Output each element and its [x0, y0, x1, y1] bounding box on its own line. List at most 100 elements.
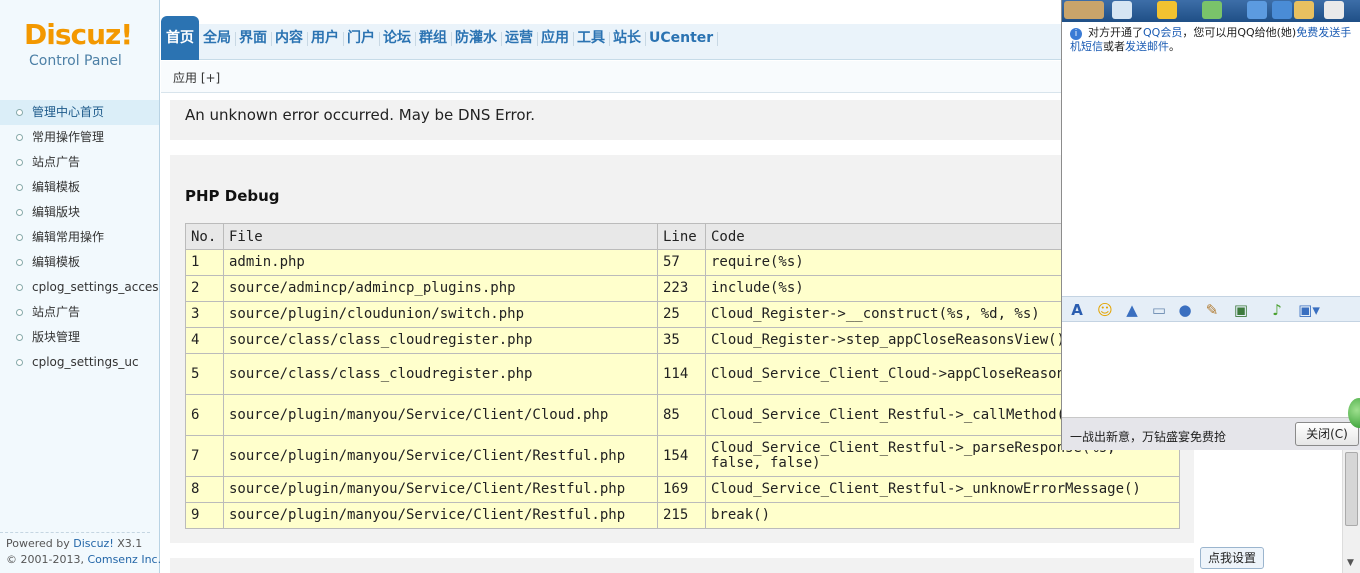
debug-cell: 8 [185, 476, 224, 503]
qq-input-toolbar: A ☺ ▲ ▭ ● ✎ ▣ ♪ ▣▾ [1062, 296, 1360, 322]
qq-info-notice: i 对方开通了QQ会员，您可以用QQ给他(她)免费发送手机短信或者发送邮件。 [1070, 26, 1352, 53]
comsenz-link[interactable]: Comsenz Inc. [87, 553, 161, 566]
php-debug-panel: PHP Debug No. File Line Code 1 admin.php 57 re… [170, 155, 1194, 543]
debug-cell: 223 [657, 275, 706, 302]
qq-screen-icon[interactable] [1247, 1, 1267, 19]
debug-cell: 85 [657, 394, 706, 436]
note-icon[interactable]: ✎ [1203, 301, 1221, 319]
nav-tab[interactable]: 运营 [501, 16, 538, 60]
debug-row: 3 source/plugin/cloudunion/switch.php 25 Cl… [185, 301, 1180, 328]
debug-cell: source/plugin/manyou/Service/Client/Rest… [223, 435, 658, 477]
qq-member-link[interactable]: QQ会员 [1143, 26, 1182, 39]
nav-tab[interactable]: UCenter [645, 16, 719, 60]
next-panel [170, 558, 1194, 573]
sidebar-item[interactable]: 编辑模板 [0, 175, 159, 200]
image-icon[interactable]: ▣ [1232, 301, 1250, 319]
debug-cell: Cloud_Service_Client_Restful->_unknowErr… [705, 476, 1180, 503]
debug-column-header: File [223, 223, 658, 250]
sidebar-menu: 管理中心首页 常用操作管理 站点广告 编辑模板 编辑版块 编辑常用操作 编辑模板 cplog_… [0, 92, 159, 375]
qq-message-input[interactable] [1062, 323, 1360, 417]
font-icon[interactable]: A [1068, 301, 1086, 319]
nav-tab[interactable]: 界面 [235, 16, 272, 60]
nav-tab[interactable]: 群组 [415, 16, 452, 60]
debug-cell: source/plugin/manyou/Service/Client/Rest… [223, 502, 658, 529]
settings-tip-button[interactable]: 点我设置 [1200, 547, 1264, 569]
qq-add-icon[interactable] [1202, 1, 1222, 19]
vertical-scrollbar[interactable]: ▼ [1342, 450, 1360, 573]
debug-cell: source/plugin/manyou/Service/Client/Rest… [223, 476, 658, 503]
nav-tab[interactable]: 防灌水 [451, 16, 502, 60]
error-box: An unknown error occurred. May be DNS Er… [170, 100, 1194, 140]
qq-apps-icon[interactable] [1324, 1, 1344, 19]
debug-cell: 2 [185, 275, 224, 302]
voice-icon[interactable]: ● [1176, 301, 1194, 319]
sidebar-item[interactable]: 常用操作管理 [0, 125, 159, 150]
sidebar-item[interactable]: cplog_settings_uc [0, 350, 159, 375]
nav-tab[interactable]: 首页 [161, 16, 199, 60]
debug-row: 7 source/plugin/manyou/Service/Client/Res… [185, 435, 1180, 477]
sidebar-footer: Powered by Discuz! X3.1 © 2001-2013, Com… [6, 536, 161, 568]
debug-cell: source/class/class_cloudregister.php [223, 327, 658, 354]
debug-table-header: No. File Line Code [185, 223, 1180, 250]
tab-separator [717, 32, 719, 46]
qq-share-icon[interactable] [1294, 1, 1314, 19]
close-button[interactable]: 关闭(C) [1295, 422, 1359, 446]
debug-title: PHP Debug [185, 187, 280, 205]
debug-row: 5 source/class/class_cloudregister.php 114… [185, 353, 1180, 395]
sidebar-item[interactable]: 站点广告 [0, 300, 159, 325]
send-email-link[interactable]: 发送邮件 [1125, 40, 1169, 53]
sidebar-item[interactable]: 管理中心首页 [0, 100, 159, 125]
subnav-apps-link[interactable]: 应用 [+] [173, 69, 220, 86]
nav-tab[interactable]: 论坛 [379, 16, 416, 60]
nav-tab[interactable]: 全局 [199, 16, 236, 60]
copyright-line: © 2001-2013, Comsenz Inc. [6, 553, 162, 566]
nav-tab[interactable]: 内容 [271, 16, 308, 60]
music-icon[interactable]: ♪ [1268, 301, 1286, 319]
sidebar-item[interactable]: 编辑常用操作 [0, 225, 159, 250]
qq-avatar-icon[interactable] [1064, 1, 1104, 19]
debug-cell: break() [705, 502, 1180, 529]
debug-cell: 1 [185, 249, 224, 276]
debug-cell: 9 [185, 502, 224, 529]
nav-tab[interactable]: 站长 [609, 16, 646, 60]
qq-mic-icon[interactable] [1112, 1, 1132, 19]
screenshot-icon[interactable]: ▭ [1150, 301, 1168, 319]
debug-cell: source/admincp/admincp_plugins.php [223, 275, 658, 302]
scroll-down-icon[interactable]: ▼ [1347, 558, 1354, 568]
discuz-link[interactable]: Discuz! [73, 537, 113, 550]
qq-transfer-icon[interactable] [1157, 1, 1177, 19]
debug-cell: 3 [185, 301, 224, 328]
debug-cell: 35 [657, 327, 706, 354]
nav-tab[interactable]: 门户 [343, 16, 380, 60]
sidebar-item[interactable]: 编辑版块 [0, 200, 159, 225]
shake-icon[interactable]: ▲ [1123, 301, 1141, 319]
debug-row: 8 source/plugin/manyou/Service/Client/Res… [185, 476, 1180, 503]
debug-cell: 5 [185, 353, 224, 395]
debug-row: 4 source/class/class_cloudregister.php 35 C… [185, 327, 1180, 354]
debug-cell: 154 [657, 435, 706, 477]
debug-cell: 6 [185, 394, 224, 436]
emoji-icon[interactable]: ☺ [1096, 301, 1114, 319]
screen-share-icon[interactable]: ▣▾ [1295, 301, 1323, 319]
sidebar-item[interactable]: 站点广告 [0, 150, 159, 175]
nav-tab[interactable]: 用户 [307, 16, 344, 60]
scrollbar-thumb[interactable] [1345, 452, 1358, 526]
qq-remote-icon[interactable] [1272, 1, 1292, 19]
debug-row: 6 source/plugin/manyou/Service/Client/Clo… [185, 394, 1180, 436]
sidebar-item[interactable]: 编辑模板 [0, 250, 159, 275]
powered-by-line: Powered by Discuz! X3.1 [6, 537, 143, 550]
debug-row: 1 admin.php 57 require(%s) [185, 249, 1180, 276]
nav-tab[interactable]: 工具 [573, 16, 610, 60]
debug-row: 2 source/admincp/admincp_plugins.php 223 in… [185, 275, 1180, 302]
debug-cell: admin.php [223, 249, 658, 276]
debug-cell: 169 [657, 476, 706, 503]
qq-chat-window: i 对方开通了QQ会员，您可以用QQ给他(她)免费发送手机短信或者发送邮件。 A … [1061, 0, 1360, 450]
debug-column-header: No. [185, 223, 224, 250]
nav-tab[interactable]: 应用 [537, 16, 574, 60]
top-navigation: 首页 全局 界面 内容 用户 门户 论坛 群组 防灌水 运营 应用 工具 站长 UCenter [161, 0, 1061, 60]
sidebar-item[interactable]: 版块管理 [0, 325, 159, 350]
sidebar-item[interactable]: cplog_settings_access [0, 275, 159, 300]
debug-row: 9 source/plugin/manyou/Service/Client/Res… [185, 502, 1180, 529]
qq-ad-text[interactable]: 一战出新意，万钻盛宴免费抢 [1070, 428, 1226, 445]
debug-cell: 57 [657, 249, 706, 276]
